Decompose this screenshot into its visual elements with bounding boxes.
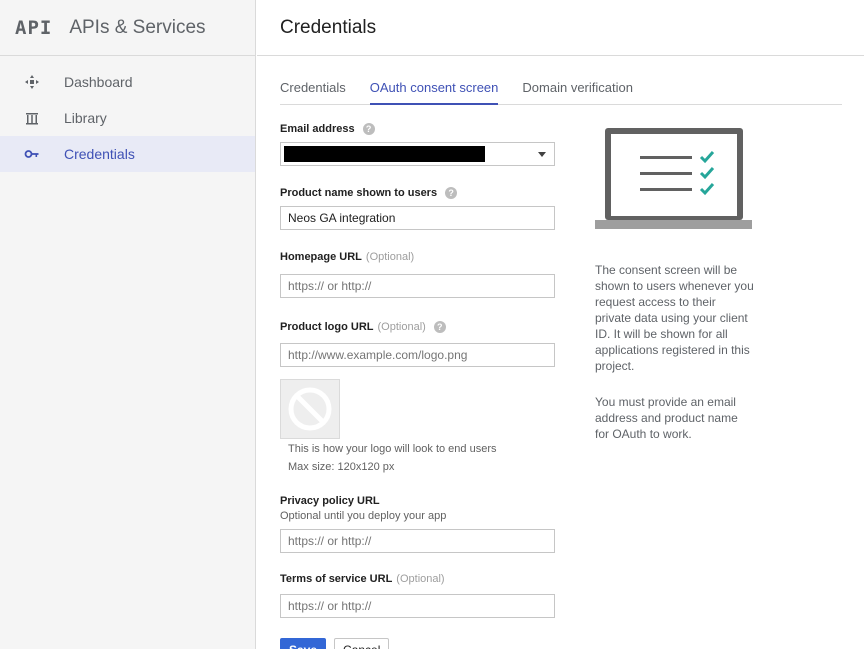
logo-max-size-note: Max size: 120x120 px [288, 461, 395, 473]
tab-oauth-consent-screen[interactable]: OAuth consent screen [369, 74, 499, 105]
email-label: Email address ? [280, 120, 555, 138]
chevron-down-icon [538, 152, 546, 157]
app: API APIs & Services Dashboard Library Cr… [0, 0, 864, 649]
sidebar-item-label: Credentials [64, 146, 135, 162]
optional-tag: (Optional) [396, 573, 445, 585]
logo-url-label: Product logo URL (Optional) ? [280, 318, 555, 336]
logo-url-input[interactable]: http://www.example.com/logo.png [280, 343, 555, 367]
privacy-url-input[interactable]: https:// or http:// [280, 529, 555, 553]
homepage-label-text: Homepage URL [280, 251, 362, 263]
terms-label: Terms of service URL (Optional) [280, 570, 555, 588]
product-title: APIs & Services [69, 16, 206, 38]
product-name-input[interactable]: Neos GA integration [280, 206, 555, 230]
help-icon[interactable]: ? [445, 187, 458, 199]
optional-tag: (Optional) [377, 321, 426, 333]
cancel-button[interactable]: Cancel [334, 638, 390, 649]
sidebar-nav: Dashboard Library Credentials [0, 64, 255, 172]
product-name-label: Product name shown to users ? [280, 184, 555, 202]
requirement-info-text: You must provide an email address and pr… [595, 395, 738, 441]
consent-info-text: The consent screen will be shown to user… [595, 263, 754, 373]
sidebar-item-library[interactable]: Library [0, 100, 255, 136]
main-header: Credentials [257, 0, 864, 56]
help-icon[interactable]: ? [362, 123, 375, 135]
dashboard-icon [0, 74, 64, 90]
privacy-sublabel: Optional until you deploy your app [280, 510, 447, 522]
tab-domain-verification[interactable]: Domain verification [522, 74, 633, 105]
info-panel: The consent screen will be shown to user… [595, 127, 755, 442]
laptop-checklist-illustration [595, 128, 752, 229]
terms-label-text: Terms of service URL [280, 573, 393, 585]
save-button[interactable]: Save [280, 638, 327, 649]
email-select[interactable] [280, 142, 555, 166]
tab-credentials[interactable]: Credentials [280, 74, 346, 105]
email-label-text: Email address [280, 123, 355, 135]
form-actions: Save Cancel [280, 638, 555, 649]
sidebar-item-label: Dashboard [64, 74, 133, 90]
library-icon [0, 110, 64, 126]
no-image-icon [288, 387, 332, 431]
api-logo: API [15, 16, 53, 39]
privacy-label-text: Privacy policy URL [280, 495, 380, 507]
logo-preview-note: This is how your logo will look to end u… [288, 443, 497, 455]
key-icon [0, 146, 64, 162]
sidebar-item-label: Library [64, 110, 107, 126]
help-icon[interactable]: ? [433, 321, 446, 333]
sidebar-item-credentials[interactable]: Credentials [0, 136, 255, 172]
redacted-email [284, 146, 485, 162]
consent-form: Email address ? Product name shown to us… [280, 120, 555, 649]
sidebar-header: API APIs & Services [0, 0, 255, 56]
tab-bar: Credentials OAuth consent screen Domain … [280, 74, 842, 105]
product-name-label-text: Product name shown to users [280, 187, 438, 199]
homepage-url-input[interactable]: https:// or http:// [280, 274, 555, 298]
main-content: Credentials Credentials OAuth consent sc… [257, 0, 864, 649]
privacy-label: Privacy policy URL [280, 492, 555, 510]
homepage-label: Homepage URL (Optional) [280, 248, 555, 266]
sidebar-item-dashboard[interactable]: Dashboard [0, 64, 255, 100]
optional-tag: (Optional) [365, 251, 415, 263]
page-title: Credentials [280, 16, 377, 38]
sidebar: API APIs & Services Dashboard Library Cr… [0, 0, 256, 649]
logo-preview [280, 379, 340, 439]
logo-url-label-text: Product logo URL [280, 321, 374, 333]
terms-url-input[interactable]: https:// or http:// [280, 594, 555, 618]
